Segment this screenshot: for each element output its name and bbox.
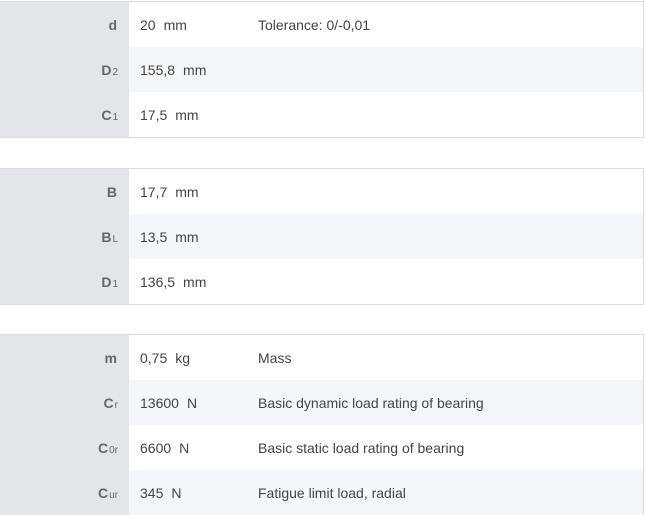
- spec-row-c1: C1 17,5 mm: [0, 92, 643, 137]
- symbol-cell: D2: [0, 47, 129, 92]
- value-cell: 17,5 mm: [129, 92, 258, 137]
- value-cell: 13600 N: [129, 380, 258, 425]
- description-cell: Mass: [258, 335, 643, 380]
- symbol-cell: Cur: [0, 470, 129, 515]
- value-cell: 20 mm: [129, 2, 258, 47]
- description-cell: [258, 259, 643, 304]
- value-cell: 345 N: [129, 470, 258, 515]
- description-cell: Basic static load rating of bearing: [258, 425, 643, 470]
- value-cell: 0,75 kg: [129, 335, 258, 380]
- spec-row-cur: Cur 345 N Fatigue limit load, radial: [0, 470, 643, 515]
- spec-row-cr: Cr 13600 N Basic dynamic load rating of b…: [0, 380, 643, 425]
- description-cell: Fatigue limit load, radial: [258, 470, 643, 515]
- description-cell: Basic dynamic load rating of bearing: [258, 380, 643, 425]
- value-cell: 155,8 mm: [129, 47, 258, 92]
- description-cell: [258, 92, 643, 137]
- description-cell: Tolerance: 0/-0,01: [258, 2, 643, 47]
- spec-row-m: m 0,75 kg Mass: [0, 335, 643, 380]
- load-rating-group: m 0,75 kg Mass Cr 13600 N Basic dynamic lo…: [0, 334, 644, 515]
- symbol-cell: C1: [0, 92, 129, 137]
- value-cell: 17,7 mm: [129, 169, 258, 214]
- value-cell: 13,5 mm: [129, 214, 258, 259]
- description-cell: [258, 169, 643, 214]
- dimension-group-2: B 17,7 mm BL 13,5 mm D1 136,5 mm: [0, 168, 644, 305]
- symbol-cell: m: [0, 335, 129, 380]
- symbol-cell: B: [0, 169, 129, 214]
- symbol-cell: C 0r: [0, 425, 129, 470]
- description-cell: [258, 214, 643, 259]
- spec-row-d1: D1 136,5 mm: [0, 259, 643, 304]
- spec-row-bl: BL 13,5 mm: [0, 214, 643, 259]
- spec-row-d2: D2 155,8 mm: [0, 47, 643, 92]
- dimension-group-1: d 20 mm Tolerance: 0/-0,01 D2 155,8 mm C1 …: [0, 1, 644, 138]
- symbol-cell: Cr: [0, 380, 129, 425]
- spec-row-c0r: C 0r 6600 N Basic static load rating of be…: [0, 425, 643, 470]
- value-cell: 136,5 mm: [129, 259, 258, 304]
- value-cell: 6600 N: [129, 425, 258, 470]
- description-cell: [258, 47, 643, 92]
- spec-row-b: B 17,7 mm: [0, 169, 643, 214]
- spec-row-d: d 20 mm Tolerance: 0/-0,01: [0, 2, 643, 47]
- symbol-cell: D1: [0, 259, 129, 304]
- symbol-cell: BL: [0, 214, 129, 259]
- symbol-cell: d: [0, 2, 129, 47]
